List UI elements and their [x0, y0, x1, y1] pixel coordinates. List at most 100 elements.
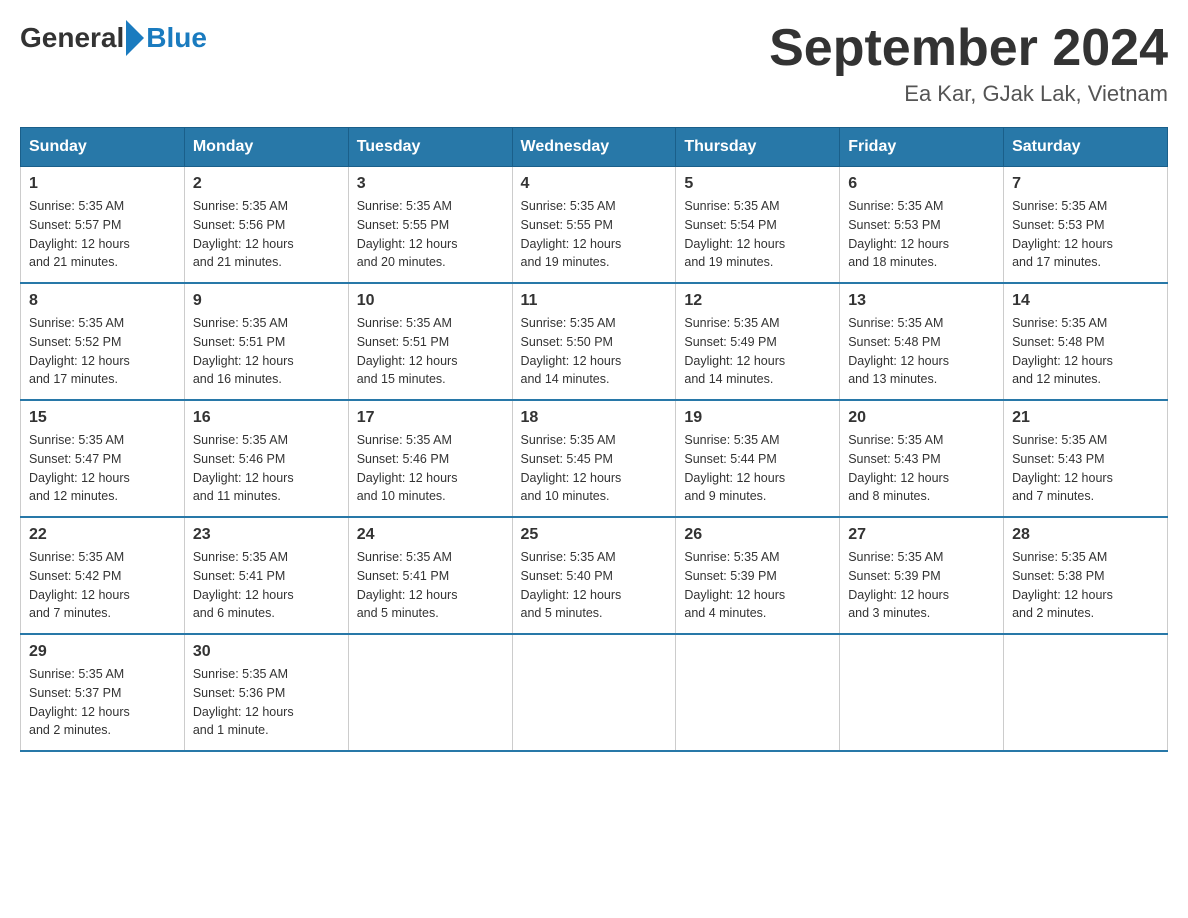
page-header: General Blue September 2024 Ea Kar, GJak… [20, 20, 1168, 107]
day-number: 18 [521, 409, 668, 427]
calendar-cell: 14 Sunrise: 5:35 AMSunset: 5:48 PMDayligh… [1004, 283, 1168, 400]
calendar-cell: 24 Sunrise: 5:35 AMSunset: 5:41 PMDayligh… [348, 517, 512, 634]
day-number: 19 [684, 409, 831, 427]
week-row-1: 1Sunrise: 5:35 AMSunset: 5:57 PMDaylight… [21, 167, 1168, 284]
day-info: Sunrise: 5:35 AMSunset: 5:41 PMDaylight:… [357, 548, 504, 623]
day-number: 23 [193, 526, 340, 544]
day-number: 3 [357, 175, 504, 193]
calendar-cell: 9 Sunrise: 5:35 AMSunset: 5:51 PMDaylight… [184, 283, 348, 400]
header-friday: Friday [840, 128, 1004, 167]
calendar-cell: 29 Sunrise: 5:35 AMSunset: 5:37 PMDayligh… [21, 634, 185, 751]
calendar-cell: 1Sunrise: 5:35 AMSunset: 5:57 PMDaylight… [21, 167, 185, 284]
day-info: Sunrise: 5:35 AMSunset: 5:51 PMDaylight:… [193, 314, 340, 389]
calendar-cell: 19 Sunrise: 5:35 AMSunset: 5:44 PMDayligh… [676, 400, 840, 517]
day-info: Sunrise: 5:35 AMSunset: 5:39 PMDaylight:… [684, 548, 831, 623]
calendar-cell: 23 Sunrise: 5:35 AMSunset: 5:41 PMDayligh… [184, 517, 348, 634]
calendar-cell: 11 Sunrise: 5:35 AMSunset: 5:50 PMDayligh… [512, 283, 676, 400]
day-number: 26 [684, 526, 831, 544]
calendar-cell: 8Sunrise: 5:35 AMSunset: 5:52 PMDaylight… [21, 283, 185, 400]
day-info: Sunrise: 5:35 AMSunset: 5:51 PMDaylight:… [357, 314, 504, 389]
calendar-cell: 30 Sunrise: 5:35 AMSunset: 5:36 PMDayligh… [184, 634, 348, 751]
day-number: 20 [848, 409, 995, 427]
calendar-cell: 10 Sunrise: 5:35 AMSunset: 5:51 PMDayligh… [348, 283, 512, 400]
header-thursday: Thursday [676, 128, 840, 167]
logo-blue-part: Blue [124, 20, 207, 56]
calendar-table: Sunday Monday Tuesday Wednesday Thursday… [20, 127, 1168, 752]
calendar-cell: 25 Sunrise: 5:35 AMSunset: 5:40 PMDayligh… [512, 517, 676, 634]
calendar-cell: 6 Sunrise: 5:35 AMSunset: 5:53 PMDaylight… [840, 167, 1004, 284]
week-row-2: 8Sunrise: 5:35 AMSunset: 5:52 PMDaylight… [21, 283, 1168, 400]
day-number: 25 [521, 526, 668, 544]
day-number: 2 [193, 175, 340, 193]
day-info: Sunrise: 5:35 AMSunset: 5:50 PMDaylight:… [521, 314, 668, 389]
day-number: 17 [357, 409, 504, 427]
day-number: 22 [29, 526, 176, 544]
header-row: Sunday Monday Tuesday Wednesday Thursday… [21, 128, 1168, 167]
month-title: September 2024 [769, 20, 1168, 77]
calendar-cell: 21Sunrise: 5:35 AMSunset: 5:43 PMDayligh… [1004, 400, 1168, 517]
calendar-cell: 15 Sunrise: 5:35 AMSunset: 5:47 PMDayligh… [21, 400, 185, 517]
day-number: 11 [521, 292, 668, 310]
header-wednesday: Wednesday [512, 128, 676, 167]
calendar-cell [348, 634, 512, 751]
day-info: Sunrise: 5:35 AMSunset: 5:46 PMDaylight:… [193, 431, 340, 506]
calendar-cell: 27Sunrise: 5:35 AMSunset: 5:39 PMDayligh… [840, 517, 1004, 634]
header-tuesday: Tuesday [348, 128, 512, 167]
calendar-cell [676, 634, 840, 751]
calendar-cell: 12Sunrise: 5:35 AMSunset: 5:49 PMDayligh… [676, 283, 840, 400]
calendar-cell: 13 Sunrise: 5:35 AMSunset: 5:48 PMDayligh… [840, 283, 1004, 400]
day-number: 14 [1012, 292, 1159, 310]
day-number: 30 [193, 643, 340, 661]
day-info: Sunrise: 5:35 AMSunset: 5:48 PMDaylight:… [1012, 314, 1159, 389]
week-row-3: 15 Sunrise: 5:35 AMSunset: 5:47 PMDayligh… [21, 400, 1168, 517]
calendar-cell: 26 Sunrise: 5:35 AMSunset: 5:39 PMDayligh… [676, 517, 840, 634]
day-number: 10 [357, 292, 504, 310]
calendar-cell: 16 Sunrise: 5:35 AMSunset: 5:46 PMDayligh… [184, 400, 348, 517]
day-info: Sunrise: 5:35 AMSunset: 5:52 PMDaylight:… [29, 314, 176, 389]
day-info: Sunrise: 5:35 AMSunset: 5:38 PMDaylight:… [1012, 548, 1159, 623]
day-number: 16 [193, 409, 340, 427]
calendar-cell [1004, 634, 1168, 751]
calendar-cell: 18 Sunrise: 5:35 AMSunset: 5:45 PMDayligh… [512, 400, 676, 517]
day-info: Sunrise: 5:35 AMSunset: 5:44 PMDaylight:… [684, 431, 831, 506]
day-number: 7 [1012, 175, 1159, 193]
calendar-cell: 3 Sunrise: 5:35 AMSunset: 5:55 PMDaylight… [348, 167, 512, 284]
calendar-cell: 7 Sunrise: 5:35 AMSunset: 5:53 PMDaylight… [1004, 167, 1168, 284]
day-info: Sunrise: 5:35 AMSunset: 5:43 PMDaylight:… [848, 431, 995, 506]
day-info: Sunrise: 5:35 AMSunset: 5:55 PMDaylight:… [357, 197, 504, 272]
day-info: Sunrise: 5:35 AMSunset: 5:39 PMDaylight:… [848, 548, 995, 623]
day-info: Sunrise: 5:35 AMSunset: 5:54 PMDaylight:… [684, 197, 831, 272]
calendar-cell: 4Sunrise: 5:35 AMSunset: 5:55 PMDaylight… [512, 167, 676, 284]
day-number: 15 [29, 409, 176, 427]
calendar-cell: 28 Sunrise: 5:35 AMSunset: 5:38 PMDayligh… [1004, 517, 1168, 634]
day-number: 1 [29, 175, 176, 193]
day-number: 24 [357, 526, 504, 544]
day-info: Sunrise: 5:35 AMSunset: 5:53 PMDaylight:… [848, 197, 995, 272]
day-info: Sunrise: 5:35 AMSunset: 5:47 PMDaylight:… [29, 431, 176, 506]
day-info: Sunrise: 5:35 AMSunset: 5:41 PMDaylight:… [193, 548, 340, 623]
day-number: 13 [848, 292, 995, 310]
day-info: Sunrise: 5:35 AMSunset: 5:36 PMDaylight:… [193, 665, 340, 740]
logo-general-text: General [20, 22, 124, 54]
location: Ea Kar, GJak Lak, Vietnam [769, 81, 1168, 107]
week-row-5: 29 Sunrise: 5:35 AMSunset: 5:37 PMDayligh… [21, 634, 1168, 751]
day-number: 9 [193, 292, 340, 310]
day-info: Sunrise: 5:35 AMSunset: 5:42 PMDaylight:… [29, 548, 176, 623]
calendar-cell: 22 Sunrise: 5:35 AMSunset: 5:42 PMDayligh… [21, 517, 185, 634]
day-number: 6 [848, 175, 995, 193]
day-info: Sunrise: 5:35 AMSunset: 5:37 PMDaylight:… [29, 665, 176, 740]
day-number: 4 [521, 175, 668, 193]
week-row-4: 22 Sunrise: 5:35 AMSunset: 5:42 PMDayligh… [21, 517, 1168, 634]
header-sunday: Sunday [21, 128, 185, 167]
calendar-cell [840, 634, 1004, 751]
day-info: Sunrise: 5:35 AMSunset: 5:53 PMDaylight:… [1012, 197, 1159, 272]
logo-arrow-icon [126, 20, 144, 56]
day-number: 29 [29, 643, 176, 661]
title-section: September 2024 Ea Kar, GJak Lak, Vietnam [769, 20, 1168, 107]
day-info: Sunrise: 5:35 AMSunset: 5:48 PMDaylight:… [848, 314, 995, 389]
day-number: 28 [1012, 526, 1159, 544]
header-monday: Monday [184, 128, 348, 167]
day-info: Sunrise: 5:35 AMSunset: 5:45 PMDaylight:… [521, 431, 668, 506]
day-info: Sunrise: 5:35 AMSunset: 5:40 PMDaylight:… [521, 548, 668, 623]
day-info: Sunrise: 5:35 AMSunset: 5:43 PMDaylight:… [1012, 431, 1159, 506]
